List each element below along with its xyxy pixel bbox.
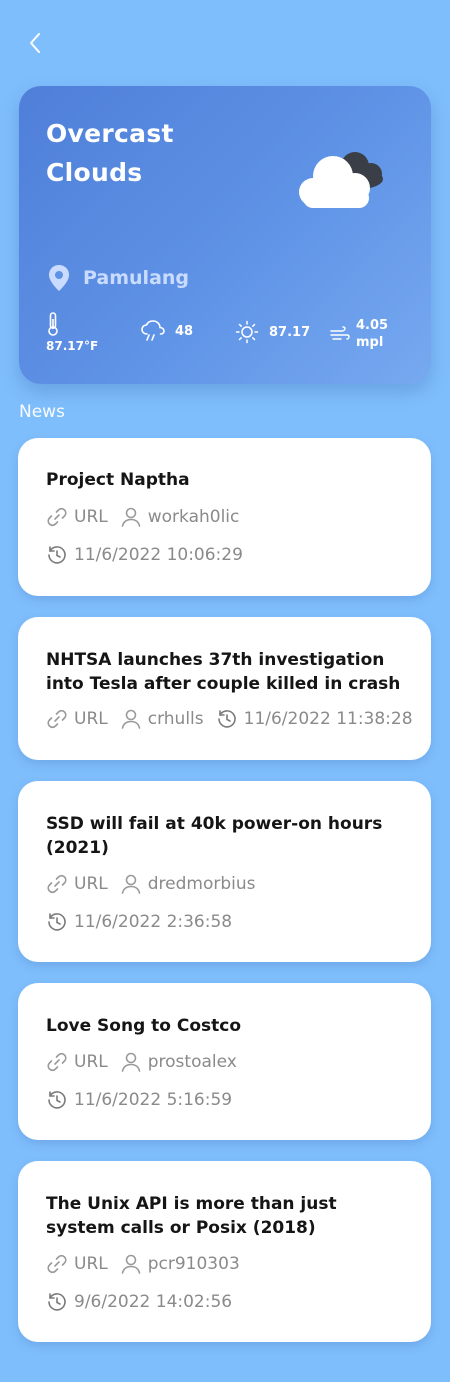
link-icon	[46, 1051, 68, 1073]
weather-stats: 87.17°F 48 87.17 4.05 mpl	[19, 312, 431, 362]
wind-value: 4.05 mpl	[356, 318, 389, 350]
news-title: SSD will fail at 40k power-on hours (202…	[46, 814, 383, 858]
timestamp: 11/6/2022 11:38:28	[243, 709, 413, 729]
author: workah0lic	[147, 507, 240, 527]
url-link[interactable]: URL	[74, 507, 108, 527]
news-meta: URL dredmorbius	[46, 873, 268, 895]
weather-card: Overcast Clouds Pamulang 87.17°F 48 87.1…	[19, 86, 431, 384]
location: Pamulang	[48, 264, 189, 292]
news-title: Love Song to Costco	[46, 1016, 242, 1036]
news-title: The Unix API is more than just system ca…	[46, 1194, 337, 1238]
timestamp: 11/6/2022 10:06:29	[74, 545, 243, 565]
news-card[interactable]: Project Naptha URL workah0lic 11/6/2022 …	[18, 438, 431, 596]
news-time: 11/6/2022 5:16:59	[46, 1089, 244, 1111]
cloud-icon	[289, 144, 389, 216]
humidity-stat: 48	[141, 320, 193, 342]
feels-like-stat: 87.17	[235, 320, 310, 344]
history-clock-icon	[46, 544, 68, 566]
author: pcr910303	[147, 1254, 240, 1274]
timestamp: 11/6/2022 5:16:59	[74, 1090, 233, 1110]
url-link[interactable]: URL	[74, 1254, 108, 1274]
link-icon	[46, 506, 68, 528]
thermometer-icon	[46, 312, 60, 336]
weather-condition: Overcast Clouds	[46, 119, 174, 187]
history-clock-icon	[216, 708, 238, 730]
news-card[interactable]: Love Song to Costco URL prostoalex 11/6/…	[18, 983, 431, 1140]
news-card[interactable]: NHTSA launches 37th investigation into T…	[18, 617, 431, 760]
humidity-value: 48	[175, 323, 194, 339]
news-time: 11/6/2022 10:06:29	[46, 544, 255, 566]
news-card[interactable]: SSD will fail at 40k power-on hours (202…	[18, 781, 431, 962]
chevron-left-icon	[27, 31, 43, 55]
link-icon	[46, 708, 68, 730]
news-time: 11/6/2022 2:36:58	[46, 911, 244, 933]
url-link[interactable]: URL	[74, 1052, 108, 1072]
location-name: Pamulang	[83, 267, 190, 289]
feels-like-value: 87.17	[269, 324, 311, 340]
link-icon	[46, 873, 68, 895]
news-title: NHTSA launches 37th investigation into T…	[46, 650, 401, 694]
url-link[interactable]: URL	[74, 709, 108, 729]
author: crhulls	[147, 709, 204, 729]
temperature-value: 87.17°F	[46, 339, 99, 353]
map-pin-icon	[48, 264, 70, 292]
history-clock-icon	[46, 1291, 68, 1313]
timestamp: 9/6/2022 14:02:56	[74, 1292, 233, 1312]
author: dredmorbius	[147, 874, 256, 894]
url-link[interactable]: URL	[74, 874, 108, 894]
wind-icon	[330, 326, 350, 342]
timestamp: 11/6/2022 2:36:58	[74, 912, 233, 932]
wind-stat: 4.05 mpl	[330, 317, 396, 351]
history-clock-icon	[46, 1089, 68, 1111]
sun-icon	[235, 320, 259, 344]
rain-cloud-icon	[141, 320, 165, 342]
news-meta: URL pcr910303	[46, 1253, 252, 1275]
user-icon	[120, 708, 142, 730]
user-icon	[120, 506, 142, 528]
history-clock-icon	[46, 911, 68, 933]
news-time: 9/6/2022 14:02:56	[46, 1291, 244, 1313]
news-meta: URL prostoalex	[46, 1051, 249, 1073]
user-icon	[120, 1051, 142, 1073]
news-meta: URL crhulls 11/6/2022 11:38:28	[46, 708, 425, 730]
author: prostoalex	[147, 1052, 237, 1072]
user-icon	[120, 873, 142, 895]
user-icon	[120, 1253, 142, 1275]
temperature-stat: 87.17°F	[46, 312, 98, 355]
link-icon	[46, 1253, 68, 1275]
back-button[interactable]	[20, 28, 50, 58]
news-title: Project Naptha	[46, 470, 190, 490]
news-section-title: News	[19, 402, 65, 422]
news-card[interactable]: The Unix API is more than just system ca…	[18, 1161, 431, 1342]
news-meta: URL workah0lic	[46, 506, 251, 528]
